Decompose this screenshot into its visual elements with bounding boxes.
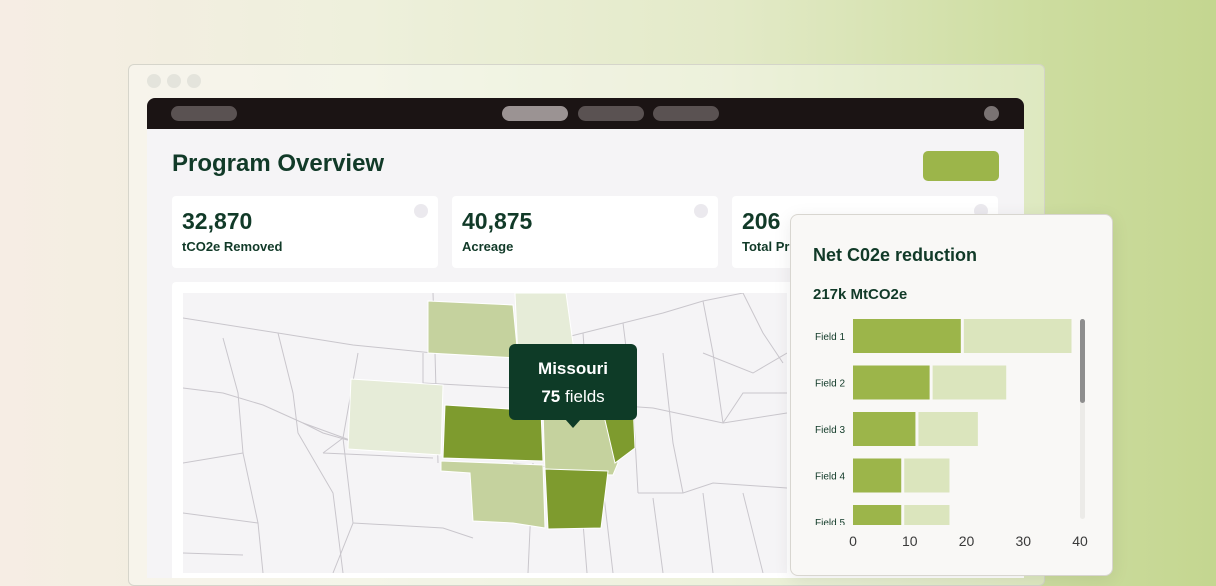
tooltip-unit: fields [564, 387, 605, 406]
kpi-value: 32,870 [182, 208, 253, 234]
bar-segment-secondary[interactable] [963, 319, 1072, 353]
bar-category-label: Field 1 [815, 332, 845, 343]
tooltip-field-count: 75 fields [509, 387, 637, 407]
x-tick-label: 20 [959, 533, 975, 549]
field-bar-chart: Field 1 Field 2 Field 3 Field 4 Field 5 0 10 20… [815, 319, 1088, 549]
nav-pill-left[interactable] [171, 106, 237, 121]
kpi-card-co2: 32,870 tCO2e Removed [172, 196, 438, 268]
bar-segment-secondary[interactable] [904, 458, 950, 493]
window-close-dot[interactable] [147, 74, 161, 88]
tooltip-count: 75 [541, 387, 561, 406]
bar-category-label: Field 4 [815, 472, 845, 483]
nav-pill-2[interactable] [578, 106, 644, 121]
header-action-button[interactable] [923, 151, 999, 181]
window-maximize-dot[interactable] [187, 74, 201, 88]
bar-segment-secondary[interactable] [932, 365, 1007, 400]
page-title: Program Overview [172, 150, 385, 177]
bar-category-label: Field 2 [815, 379, 845, 390]
us-states-map[interactable] [183, 293, 787, 573]
bar-category-label: Field 3 [815, 425, 845, 436]
x-tick-label: 0 [849, 533, 857, 549]
kpi-label: tCO2e Removed [182, 239, 283, 254]
chart-scrollbar-thumb[interactable] [1080, 319, 1085, 403]
kpi-label: Acreage [462, 239, 514, 254]
profile-avatar[interactable] [984, 106, 999, 121]
kpi-label: Total Pr [742, 239, 790, 254]
state-arkansas [544, 468, 609, 530]
map-tooltip: Missouri 75 fields [509, 344, 637, 428]
kpi-value: 40,875 [462, 208, 533, 234]
nav-pill-3[interactable] [653, 106, 719, 121]
kpi-value: 206 [742, 208, 781, 234]
co2-reduction-panel: Net C02e reduction 217k MtCO2e Field 1 Fi… [790, 214, 1113, 576]
bar-segment-primary[interactable] [853, 505, 902, 539]
x-tick-label: 40 [1072, 533, 1088, 549]
state-colorado [347, 378, 444, 456]
bar-segment-secondary[interactable] [918, 412, 978, 446]
app-top-bar [147, 98, 1024, 129]
tooltip-state-name: Missouri [538, 359, 608, 378]
window-minimize-dot[interactable] [167, 74, 181, 88]
kpi-card-acreage: 40,875 Acreage [452, 196, 718, 268]
bar-category-label: Field 5 [815, 518, 845, 529]
x-tick-label: 10 [902, 533, 918, 549]
x-tick-label: 30 [1015, 533, 1031, 549]
kpi-info-icon[interactable] [414, 204, 428, 218]
kpi-info-icon[interactable] [694, 204, 708, 218]
bar-segment-primary[interactable] [853, 412, 916, 446]
state-south-dakota [427, 300, 519, 359]
nav-pill-active[interactable] [502, 106, 568, 121]
bar-segment-primary[interactable] [853, 319, 961, 353]
bar-segment-primary[interactable] [853, 365, 930, 400]
bar-segment-primary[interactable] [853, 458, 902, 493]
